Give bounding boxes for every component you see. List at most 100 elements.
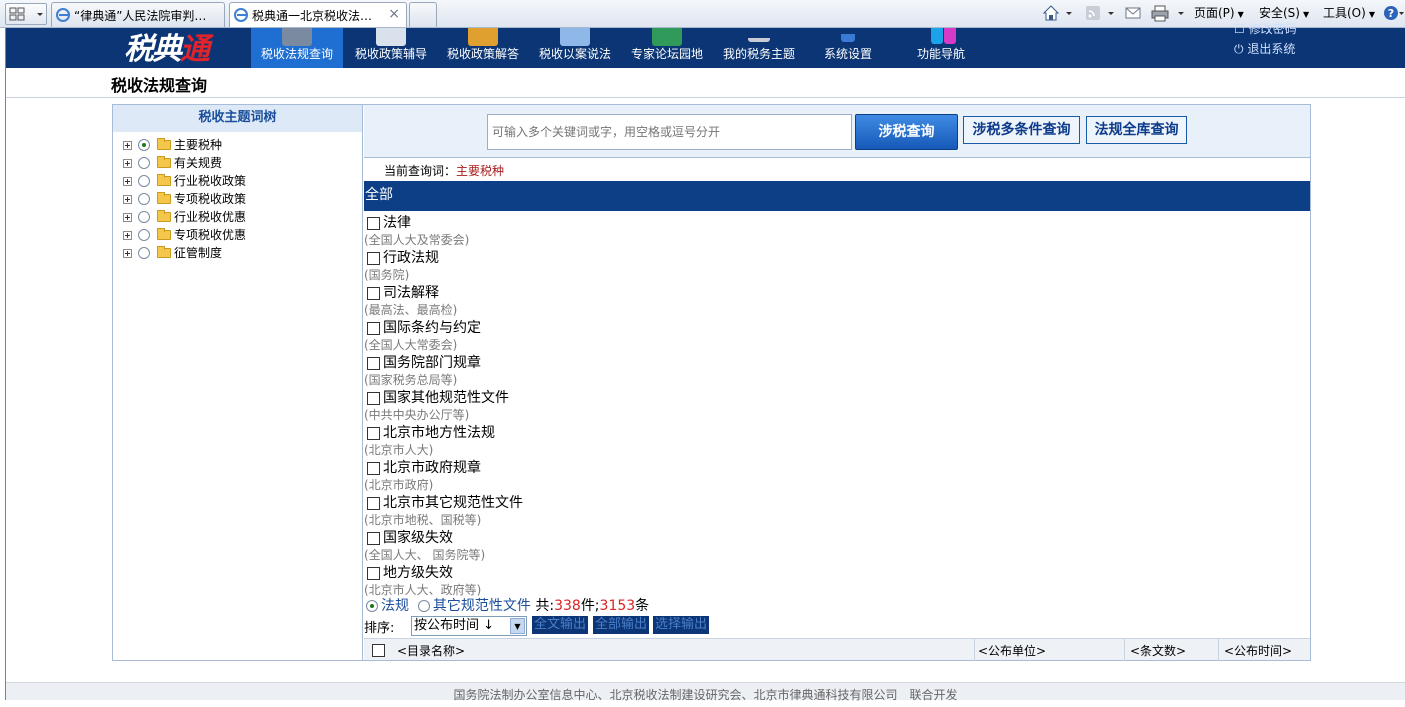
category-checkbox[interactable] xyxy=(367,392,380,405)
quick-tabs-button[interactable] xyxy=(5,3,47,25)
tree-node-label[interactable]: 专项税收政策 xyxy=(174,190,246,208)
folder-icon xyxy=(157,156,171,168)
export-all-button[interactable]: 全部输出 xyxy=(593,616,650,634)
export-selected-button[interactable]: 选择输出 xyxy=(653,616,710,634)
nav-function-guide[interactable]: 功能导航 xyxy=(909,28,973,68)
category-checkbox[interactable] xyxy=(367,322,380,335)
expand-icon[interactable] xyxy=(123,231,132,240)
new-tab-button[interactable] xyxy=(409,2,437,27)
category-checkbox[interactable] xyxy=(367,567,380,580)
category-checkbox[interactable] xyxy=(367,287,380,300)
tree-node-label[interactable]: 主要税种 xyxy=(174,136,222,154)
category-issuer-note: (北京市地税、国税等) xyxy=(364,513,482,527)
column-header-name[interactable]: <目录名称> xyxy=(397,642,465,659)
expand-icon[interactable] xyxy=(123,141,132,150)
nav-regulation-search[interactable]: 税收法规查询 xyxy=(251,28,343,68)
feeds-button[interactable] xyxy=(1084,4,1118,25)
node-radio[interactable] xyxy=(138,157,150,169)
category-name[interactable]: 国务院部门规章 xyxy=(383,352,481,372)
keyword-search-input[interactable] xyxy=(487,114,852,150)
category-checkbox[interactable] xyxy=(367,427,380,440)
tree-node-label[interactable]: 专项税收优惠 xyxy=(174,226,246,244)
category-name[interactable]: 行政法规 xyxy=(383,247,439,267)
column-header-articles[interactable]: <条文数> xyxy=(1130,642,1186,659)
category-name[interactable]: 地方级失效 xyxy=(383,562,453,582)
category-name[interactable]: 北京市政府规章 xyxy=(383,457,481,477)
change-password-link[interactable]: ☐ 修改密码 xyxy=(1234,19,1297,39)
print-button[interactable] xyxy=(1150,4,1188,25)
expand-icon[interactable] xyxy=(123,159,132,168)
tree-node-label[interactable]: 有关规费 xyxy=(174,154,222,172)
full-library-search-button[interactable]: 法规全库查询 xyxy=(1086,116,1187,144)
tree-node-label[interactable]: 行业税收政策 xyxy=(174,172,246,190)
category-checkbox[interactable] xyxy=(367,462,380,475)
category-checkbox[interactable] xyxy=(367,252,380,265)
node-radio[interactable] xyxy=(138,211,150,223)
logo-text-accent: 通 xyxy=(180,32,210,67)
sort-select[interactable]: 按公布时间 ↓ ▼ xyxy=(411,616,527,636)
page-border xyxy=(5,28,6,700)
tools-menu[interactable]: 工具(O) ▼ xyxy=(1323,4,1375,21)
category-issuer-note: (中共中央办公厅等) xyxy=(364,408,470,422)
nav-label: 系统设置 xyxy=(823,47,872,61)
expand-icon[interactable] xyxy=(123,213,132,222)
expand-icon[interactable] xyxy=(123,177,132,186)
chevron-down-icon[interactable]: ▼ xyxy=(510,618,525,634)
tree-node-label[interactable]: 征管制度 xyxy=(174,244,222,262)
category-name[interactable]: 国家其他规范性文件 xyxy=(383,387,509,407)
node-radio[interactable] xyxy=(138,193,150,205)
nav-settings[interactable]: 系统设置 xyxy=(816,28,880,68)
tax-search-button[interactable]: 涉税查询 xyxy=(855,114,958,150)
page-title: 税收法规查询 xyxy=(111,76,208,95)
all-categories-bar[interactable]: 全部 xyxy=(364,181,1310,211)
column-header-date[interactable]: <公布时间> xyxy=(1224,642,1292,659)
grid-icon xyxy=(931,28,943,44)
node-radio[interactable] xyxy=(138,229,150,241)
category-checkbox[interactable] xyxy=(367,532,380,545)
tree-node-label[interactable]: 行业税收优惠 xyxy=(174,208,246,226)
law-radio[interactable] xyxy=(366,600,378,612)
category-name[interactable]: 北京市地方性法规 xyxy=(383,422,495,442)
tab-label: “律典通”人民法院审判… xyxy=(74,9,207,23)
category-name[interactable]: 国际条约与约定 xyxy=(383,317,481,337)
nav-policy-answers[interactable]: 税收政策解答 xyxy=(443,28,523,68)
help-button[interactable]: ? xyxy=(1383,4,1405,25)
browser-toolbar: “律典通”人民法院审判… 税典通一北京税收法… × 页面(P) ▼ 安全(S) … xyxy=(0,0,1405,28)
category-name[interactable]: 司法解释 xyxy=(383,282,439,302)
nav-expert-forum[interactable]: 专家论坛园地 xyxy=(627,28,707,68)
category-checkbox[interactable] xyxy=(367,217,380,230)
select-all-checkbox[interactable] xyxy=(372,644,385,657)
other-docs-radio[interactable] xyxy=(417,600,430,612)
multi-condition-search-button[interactable]: 涉税多条件查询 xyxy=(963,116,1080,144)
category-name[interactable]: 国家级失效 xyxy=(383,527,453,547)
node-radio[interactable] xyxy=(138,247,150,259)
column-header-issuer[interactable]: <公布单位> xyxy=(978,642,1046,659)
tab-tax-system[interactable]: 税典通一北京税收法… × xyxy=(229,2,407,27)
folder-icon xyxy=(468,28,498,46)
home-button[interactable] xyxy=(1042,4,1076,25)
category-checkbox[interactable] xyxy=(367,357,380,370)
folder-icon xyxy=(157,228,171,240)
category-issuer-note: (全国人大及常委会) xyxy=(364,233,470,247)
close-tab-icon[interactable]: × xyxy=(388,6,400,22)
category-name[interactable]: 法律 xyxy=(383,212,411,232)
category-checkbox[interactable] xyxy=(367,497,380,510)
logout-link[interactable]: ⏻ 退出系统 xyxy=(1234,39,1297,59)
other-docs-option[interactable]: 其它规范性文件 xyxy=(417,598,531,614)
full-text-export-button[interactable]: 全文输出 xyxy=(532,616,589,634)
mail-icon xyxy=(1125,7,1141,19)
site-logo[interactable]: 税典通 xyxy=(124,24,210,68)
search-bar: 涉税查询 涉税多条件查询 法规全库查询 xyxy=(364,105,1310,158)
category-name[interactable]: 北京市其它规范性文件 xyxy=(383,492,523,512)
nav-case-studies[interactable]: 税收以案说法 xyxy=(535,28,615,68)
mail-button[interactable] xyxy=(1124,4,1146,25)
expand-icon[interactable] xyxy=(123,249,132,258)
nav-my-topics[interactable]: 我的税务主题 xyxy=(719,28,799,68)
node-radio[interactable] xyxy=(138,139,150,151)
expand-icon[interactable] xyxy=(123,195,132,204)
node-radio[interactable] xyxy=(138,175,150,187)
law-option[interactable]: 法规 xyxy=(366,598,409,614)
chevron-down-icon: ▼ xyxy=(1302,10,1310,19)
safety-menu-label: 安全(S) xyxy=(1259,6,1300,20)
nav-policy-guidance[interactable]: 税收政策辅导 xyxy=(351,28,431,68)
